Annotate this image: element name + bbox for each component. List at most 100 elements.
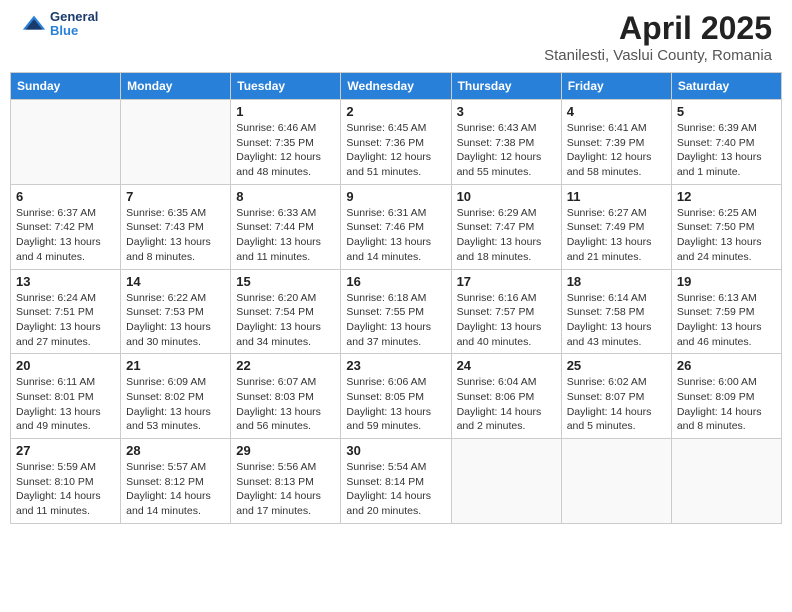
day-info: Sunrise: 6:18 AMSunset: 7:55 PMDaylight:… bbox=[346, 291, 445, 350]
calendar-body: 1 Sunrise: 6:46 AMSunset: 7:35 PMDaylight… bbox=[11, 100, 782, 524]
col-header-monday: Monday bbox=[121, 73, 231, 100]
day-cell: 15 Sunrise: 6:20 AMSunset: 7:54 PMDayligh… bbox=[231, 269, 341, 354]
day-cell bbox=[121, 100, 231, 185]
day-info: Sunrise: 5:57 AMSunset: 8:12 PMDaylight:… bbox=[126, 460, 225, 519]
day-number: 24 bbox=[457, 358, 556, 373]
day-cell bbox=[671, 439, 781, 524]
day-number: 11 bbox=[567, 189, 666, 204]
day-number: 3 bbox=[457, 104, 556, 119]
week-row-3: 13 Sunrise: 6:24 AMSunset: 7:51 PMDayligh… bbox=[11, 269, 782, 354]
day-info: Sunrise: 6:22 AMSunset: 7:53 PMDaylight:… bbox=[126, 291, 225, 350]
day-number: 19 bbox=[677, 274, 776, 289]
day-cell: 30 Sunrise: 5:54 AMSunset: 8:14 PMDayligh… bbox=[341, 439, 451, 524]
day-number: 25 bbox=[567, 358, 666, 373]
day-info: Sunrise: 6:35 AMSunset: 7:43 PMDaylight:… bbox=[126, 206, 225, 265]
day-cell: 26 Sunrise: 6:00 AMSunset: 8:09 PMDayligh… bbox=[671, 354, 781, 439]
day-info: Sunrise: 6:27 AMSunset: 7:49 PMDaylight:… bbox=[567, 206, 666, 265]
day-cell bbox=[561, 439, 671, 524]
day-info: Sunrise: 6:25 AMSunset: 7:50 PMDaylight:… bbox=[677, 206, 776, 265]
page-header: General Blue April 2025 Stanilesti, Vasl… bbox=[10, 10, 782, 64]
page-subtitle: Stanilesti, Vaslui County, Romania bbox=[544, 47, 772, 64]
day-info: Sunrise: 6:07 AMSunset: 8:03 PMDaylight:… bbox=[236, 375, 335, 434]
day-info: Sunrise: 5:59 AMSunset: 8:10 PMDaylight:… bbox=[16, 460, 115, 519]
day-info: Sunrise: 6:24 AMSunset: 7:51 PMDaylight:… bbox=[16, 291, 115, 350]
day-number: 10 bbox=[457, 189, 556, 204]
col-header-sunday: Sunday bbox=[11, 73, 121, 100]
day-info: Sunrise: 6:43 AMSunset: 7:38 PMDaylight:… bbox=[457, 121, 556, 180]
day-number: 8 bbox=[236, 189, 335, 204]
logo-blue: Blue bbox=[50, 24, 98, 38]
day-cell: 22Sunrise: 6:07 AMSunset: 8:03 PMDayligh… bbox=[231, 354, 341, 439]
day-number: 2 bbox=[346, 104, 445, 119]
day-cell bbox=[451, 439, 561, 524]
week-row-2: 6Sunrise: 6:37 AMSunset: 7:42 PMDaylight… bbox=[11, 184, 782, 269]
day-cell: 9Sunrise: 6:31 AMSunset: 7:46 PMDaylight… bbox=[341, 184, 451, 269]
day-info: Sunrise: 6:13 AMSunset: 7:59 PMDaylight:… bbox=[677, 291, 776, 350]
day-number: 15 bbox=[236, 274, 335, 289]
day-number: 5 bbox=[677, 104, 776, 119]
logo-icon bbox=[20, 10, 48, 38]
page-title: April 2025 bbox=[544, 10, 772, 47]
day-number: 26 bbox=[677, 358, 776, 373]
day-cell: 25 Sunrise: 6:02 AMSunset: 8:07 PMDayligh… bbox=[561, 354, 671, 439]
day-cell: 16 Sunrise: 6:18 AMSunset: 7:55 PMDayligh… bbox=[341, 269, 451, 354]
day-cell: 13 Sunrise: 6:24 AMSunset: 7:51 PMDayligh… bbox=[11, 269, 121, 354]
day-cell: 14 Sunrise: 6:22 AMSunset: 7:53 PMDayligh… bbox=[121, 269, 231, 354]
logo-general: General bbox=[50, 10, 98, 24]
header-row: SundayMondayTuesdayWednesdayThursdayFrid… bbox=[11, 73, 782, 100]
day-cell: 2 Sunrise: 6:45 AMSunset: 7:36 PMDaylight… bbox=[341, 100, 451, 185]
col-header-friday: Friday bbox=[561, 73, 671, 100]
day-info: Sunrise: 6:06 AMSunset: 8:05 PMDaylight:… bbox=[346, 375, 445, 434]
day-number: 13 bbox=[16, 274, 115, 289]
title-block: April 2025 Stanilesti, Vaslui County, Ro… bbox=[544, 10, 772, 64]
day-cell: 20 Sunrise: 6:11 AMSunset: 8:01 PMDayligh… bbox=[11, 354, 121, 439]
day-number: 28 bbox=[126, 443, 225, 458]
day-number: 23 bbox=[346, 358, 445, 373]
day-cell: 27 Sunrise: 5:59 AMSunset: 8:10 PMDayligh… bbox=[11, 439, 121, 524]
day-cell: 5 Sunrise: 6:39 AMSunset: 7:40 PMDaylight… bbox=[671, 100, 781, 185]
day-number: 14 bbox=[126, 274, 225, 289]
day-cell: 10Sunrise: 6:29 AMSunset: 7:47 PMDayligh… bbox=[451, 184, 561, 269]
day-number: 16 bbox=[346, 274, 445, 289]
day-cell: 29Sunrise: 5:56 AMSunset: 8:13 PMDayligh… bbox=[231, 439, 341, 524]
day-info: Sunrise: 5:54 AMSunset: 8:14 PMDaylight:… bbox=[346, 460, 445, 519]
day-cell: 8 Sunrise: 6:33 AMSunset: 7:44 PMDaylight… bbox=[231, 184, 341, 269]
col-header-thursday: Thursday bbox=[451, 73, 561, 100]
day-info: Sunrise: 6:20 AMSunset: 7:54 PMDaylight:… bbox=[236, 291, 335, 350]
calendar-header: SundayMondayTuesdayWednesdayThursdayFrid… bbox=[11, 73, 782, 100]
day-number: 27 bbox=[16, 443, 115, 458]
day-cell: 17Sunrise: 6:16 AMSunset: 7:57 PMDayligh… bbox=[451, 269, 561, 354]
day-info: Sunrise: 6:11 AMSunset: 8:01 PMDaylight:… bbox=[16, 375, 115, 434]
day-cell: 3 Sunrise: 6:43 AMSunset: 7:38 PMDaylight… bbox=[451, 100, 561, 185]
day-info: Sunrise: 6:46 AMSunset: 7:35 PMDaylight:… bbox=[236, 121, 335, 180]
day-number: 20 bbox=[16, 358, 115, 373]
week-row-4: 20 Sunrise: 6:11 AMSunset: 8:01 PMDayligh… bbox=[11, 354, 782, 439]
day-cell: 4Sunrise: 6:41 AMSunset: 7:39 PMDaylight… bbox=[561, 100, 671, 185]
week-row-5: 27 Sunrise: 5:59 AMSunset: 8:10 PMDayligh… bbox=[11, 439, 782, 524]
day-cell: 24Sunrise: 6:04 AMSunset: 8:06 PMDayligh… bbox=[451, 354, 561, 439]
day-info: Sunrise: 6:41 AMSunset: 7:39 PMDaylight:… bbox=[567, 121, 666, 180]
day-number: 9 bbox=[346, 189, 445, 204]
calendar-table: SundayMondayTuesdayWednesdayThursdayFrid… bbox=[10, 72, 782, 524]
week-row-1: 1 Sunrise: 6:46 AMSunset: 7:35 PMDaylight… bbox=[11, 100, 782, 185]
day-info: Sunrise: 6:37 AMSunset: 7:42 PMDaylight:… bbox=[16, 206, 115, 265]
day-number: 1 bbox=[236, 104, 335, 119]
day-info: Sunrise: 6:39 AMSunset: 7:40 PMDaylight:… bbox=[677, 121, 776, 180]
day-info: Sunrise: 6:45 AMSunset: 7:36 PMDaylight:… bbox=[346, 121, 445, 180]
day-info: Sunrise: 6:02 AMSunset: 8:07 PMDaylight:… bbox=[567, 375, 666, 434]
day-number: 17 bbox=[457, 274, 556, 289]
col-header-wednesday: Wednesday bbox=[341, 73, 451, 100]
day-info: Sunrise: 6:09 AMSunset: 8:02 PMDaylight:… bbox=[126, 375, 225, 434]
day-info: Sunrise: 5:56 AMSunset: 8:13 PMDaylight:… bbox=[236, 460, 335, 519]
day-cell: 6Sunrise: 6:37 AMSunset: 7:42 PMDaylight… bbox=[11, 184, 121, 269]
day-cell: 21Sunrise: 6:09 AMSunset: 8:02 PMDayligh… bbox=[121, 354, 231, 439]
day-cell bbox=[11, 100, 121, 185]
day-number: 12 bbox=[677, 189, 776, 204]
day-info: Sunrise: 6:33 AMSunset: 7:44 PMDaylight:… bbox=[236, 206, 335, 265]
logo-text: General Blue bbox=[50, 10, 98, 39]
day-number: 30 bbox=[346, 443, 445, 458]
col-header-tuesday: Tuesday bbox=[231, 73, 341, 100]
day-cell: 18Sunrise: 6:14 AMSunset: 7:58 PMDayligh… bbox=[561, 269, 671, 354]
day-info: Sunrise: 6:00 AMSunset: 8:09 PMDaylight:… bbox=[677, 375, 776, 434]
col-header-saturday: Saturday bbox=[671, 73, 781, 100]
